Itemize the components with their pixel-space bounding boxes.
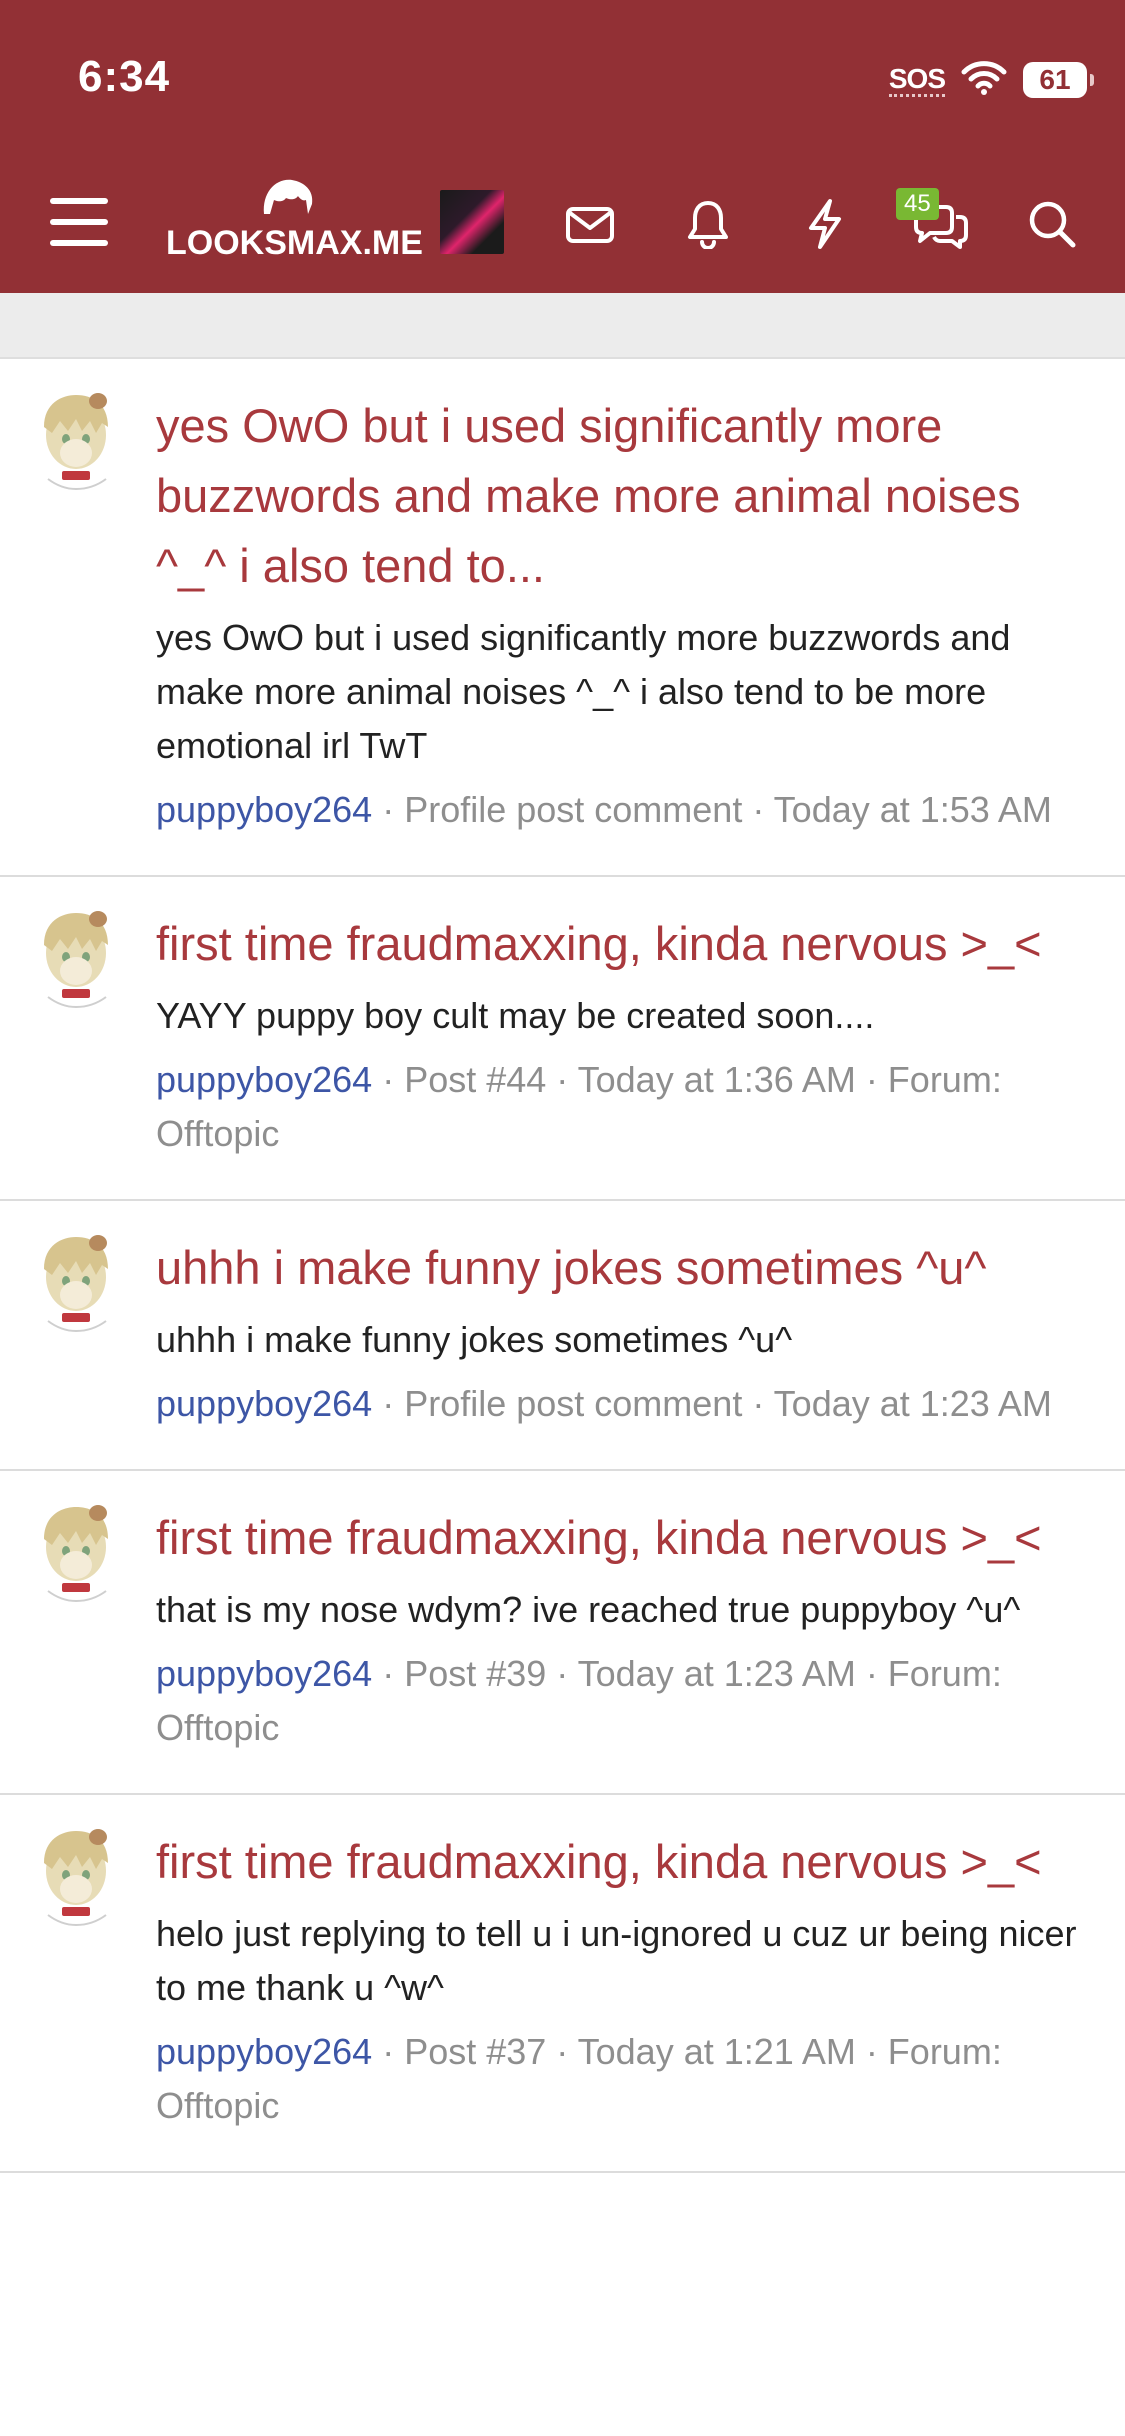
author-link[interactable]: puppyboy264 — [156, 2031, 372, 2072]
entry-body: uhhh i make funny jokes sometimes ^u^ uh… — [156, 1201, 1125, 1469]
result-title-link[interactable]: first time fraudmaxxing, kinda nervous >… — [156, 909, 1101, 979]
search-icon[interactable] — [1024, 196, 1080, 252]
list-item: first time fraudmaxxing, kinda nervous >… — [0, 1795, 1125, 2173]
result-snippet: that is my nose wdym? ive reached true p… — [156, 1589, 1021, 1630]
result-snippet: uhhh i make funny jokes sometimes ^u^ — [156, 1319, 793, 1360]
result-snippet: helo just replying to tell u i un-ignore… — [156, 1913, 1077, 2008]
author-link[interactable]: puppyboy264 — [156, 789, 372, 830]
menu-icon[interactable] — [46, 192, 112, 252]
entry-body: first time fraudmaxxing, kinda nervous >… — [156, 877, 1125, 1199]
lightning-icon[interactable] — [800, 194, 850, 254]
author-link[interactable]: puppyboy264 — [156, 1059, 372, 1100]
result-meta: puppyboy264 · Post #44 · Today at 1:36 A… — [156, 1053, 1101, 1161]
list-item: yes OwO but i used significantly more bu… — [0, 359, 1125, 877]
result-title-link[interactable]: first time fraudmaxxing, kinda nervous >… — [156, 1827, 1101, 1897]
conversations-badge: 45 — [896, 188, 939, 220]
sos-indicator: SOS — [888, 63, 946, 97]
result-meta: puppyboy264 · Post #39 · Today at 1:23 A… — [156, 1647, 1101, 1755]
result-meta: puppyboy264 · Profile post comment · Tod… — [156, 783, 1101, 837]
entry-body: yes OwO but i used significantly more bu… — [156, 359, 1125, 875]
result-meta: puppyboy264 · Post #37 · Today at 1:21 A… — [156, 2025, 1101, 2133]
result-title-link[interactable]: uhhh i make funny jokes sometimes ^u^ — [156, 1233, 1101, 1303]
logo-text: LOOKSMAX.ME — [166, 224, 423, 262]
battery-icon: 61 — [1023, 62, 1094, 98]
list-item: first time fraudmaxxing, kinda nervous >… — [0, 1471, 1125, 1795]
result-title-link[interactable]: first time fraudmaxxing, kinda nervous >… — [156, 1503, 1101, 1573]
result-snippet: YAYY puppy boy cult may be created soon.… — [156, 995, 875, 1036]
list-item: first time fraudmaxxing, kinda nervous >… — [0, 877, 1125, 1201]
nav-bar: LOOKSMAX.ME 45 — [0, 170, 1125, 280]
battery-level: 61 — [1039, 64, 1071, 95]
meta-text: · Profile post comment · Today at 1:53 A… — [372, 789, 1052, 830]
app-header: 6:34 SOS 61 LOOKSMAX.ME 45 — [0, 0, 1125, 293]
result-snippet: yes OwO but i used significantly more bu… — [156, 617, 1011, 766]
list-item: uhhh i make funny jokes sometimes ^u^ uh… — [0, 1201, 1125, 1471]
author-link[interactable]: puppyboy264 — [156, 1383, 372, 1424]
bell-icon[interactable] — [682, 194, 734, 254]
logo-hair-icon — [263, 179, 313, 214]
author-avatar[interactable] — [36, 1505, 116, 1605]
entry-body: first time fraudmaxxing, kinda nervous >… — [156, 1471, 1125, 1793]
author-avatar[interactable] — [36, 393, 116, 493]
page-subheader — [0, 293, 1125, 359]
status-time: 6:34 — [78, 52, 171, 101]
search-results-list: yes OwO but i used significantly more bu… — [0, 359, 1125, 2173]
entry-body: first time fraudmaxxing, kinda nervous >… — [156, 1795, 1125, 2171]
user-avatar[interactable] — [440, 190, 504, 254]
author-link[interactable]: puppyboy264 — [156, 1653, 372, 1694]
status-icons: SOS 61 — [888, 58, 1094, 102]
author-avatar[interactable] — [36, 1829, 116, 1929]
wifi-icon — [961, 60, 1007, 100]
author-avatar[interactable] — [36, 1235, 116, 1335]
result-meta: puppyboy264 · Profile post comment · Tod… — [156, 1377, 1101, 1431]
meta-text: · Profile post comment · Today at 1:23 A… — [372, 1383, 1052, 1424]
mail-icon[interactable] — [562, 200, 618, 250]
result-title-link[interactable]: yes OwO but i used significantly more bu… — [156, 391, 1101, 601]
author-avatar[interactable] — [36, 911, 116, 1011]
